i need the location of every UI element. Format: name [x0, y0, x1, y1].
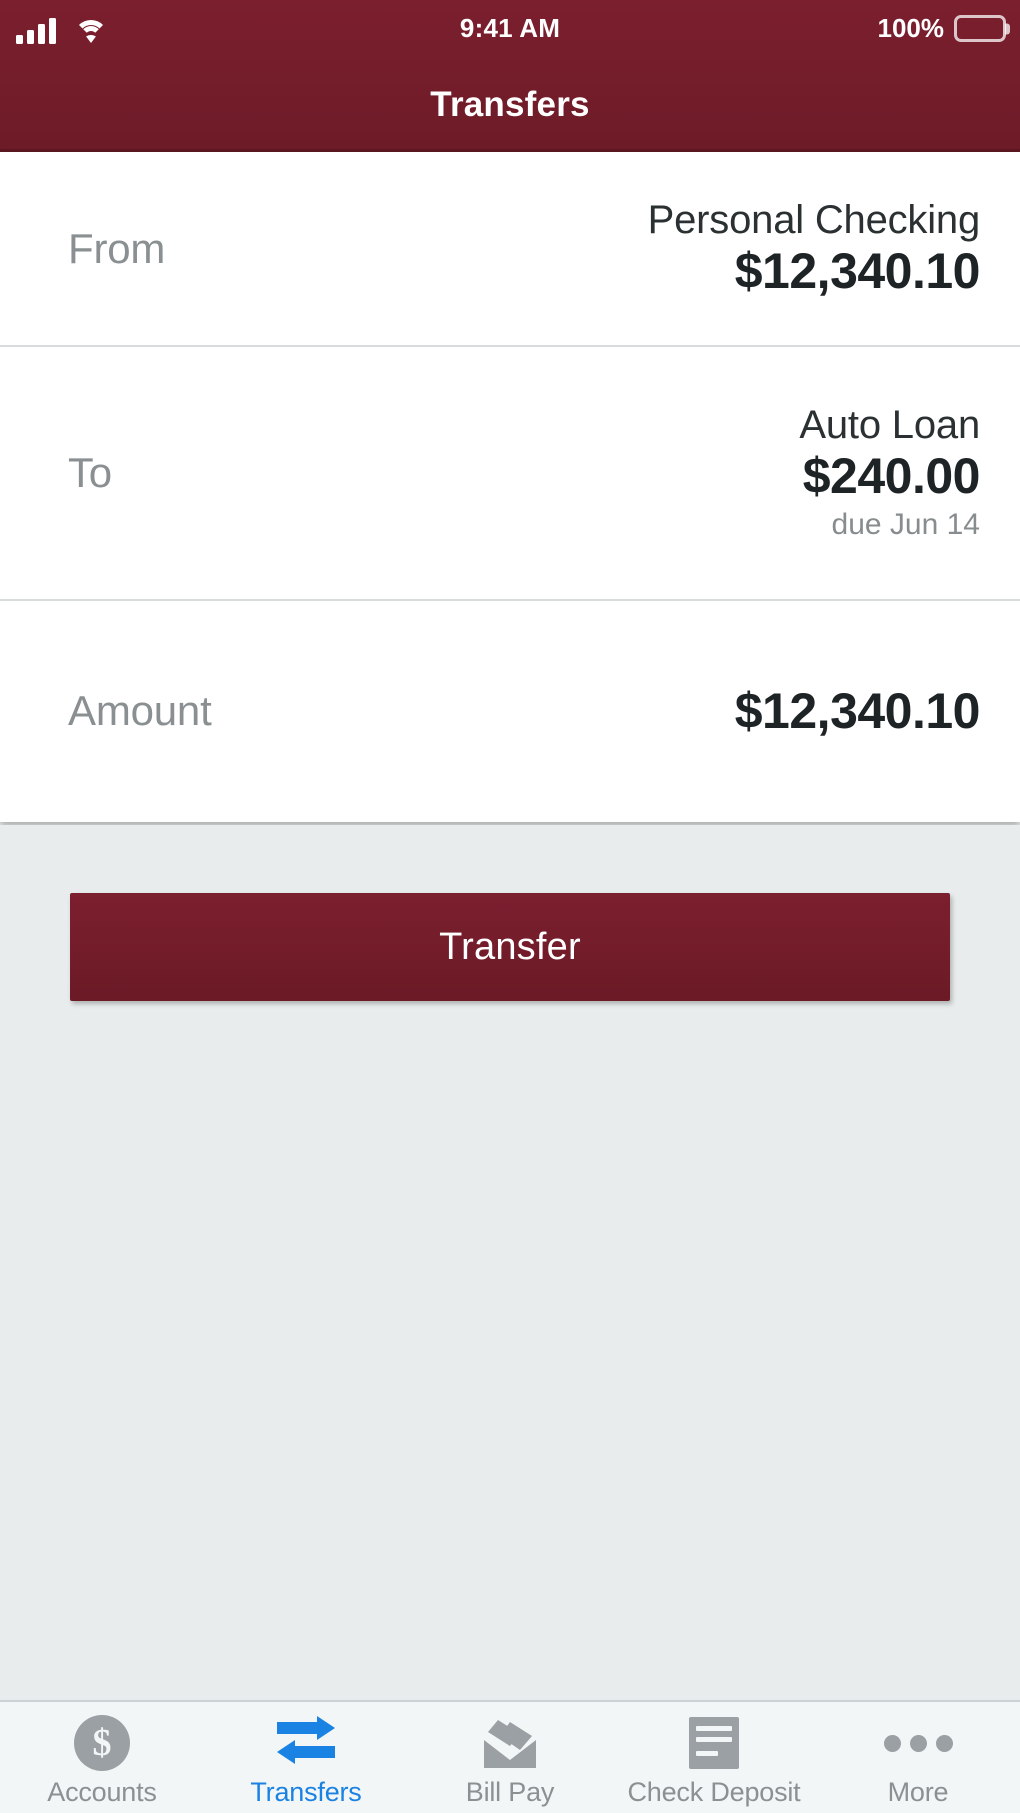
tab-accounts-label: Accounts — [47, 1777, 157, 1807]
envelope-icon — [480, 1715, 540, 1771]
tab-bill-pay[interactable]: Bill Pay — [408, 1702, 612, 1813]
check-document-icon — [689, 1715, 739, 1771]
transfer-arrows-icon — [275, 1715, 337, 1771]
tab-accounts[interactable]: $ Accounts — [0, 1702, 204, 1813]
mobile-banking-app: 9:41 AM 100% Transfers From Personal Che… — [0, 0, 1020, 1813]
tab-check-deposit[interactable]: Check Deposit — [612, 1702, 816, 1813]
from-account-balance: $12,340.10 — [734, 243, 981, 300]
tab-transfers[interactable]: Transfers — [204, 1702, 408, 1813]
from-value: Personal Checking $12,340.10 — [647, 197, 981, 300]
to-label: To — [68, 449, 112, 496]
to-account-name: Auto Loan — [799, 403, 980, 448]
from-label: From — [68, 224, 166, 272]
page-title: Transfers — [430, 85, 590, 124]
battery-icon — [954, 15, 1010, 42]
battery-percent-label: 100% — [877, 13, 945, 43]
app-header: 9:41 AM 100% Transfers — [0, 0, 1020, 152]
tab-check-deposit-label: Check Deposit — [627, 1777, 801, 1807]
tab-more[interactable]: More — [816, 1702, 1020, 1813]
to-account-amount: $240.00 — [802, 448, 981, 505]
to-value: Auto Loan $240.00 due Jun 14 — [799, 404, 980, 542]
from-account-name: Personal Checking — [647, 197, 981, 242]
status-bar-right: 100% — [877, 13, 1010, 44]
amount-label: Amount — [68, 686, 212, 734]
bottom-tab-bar: $ Accounts Transfers Bill Pay Check Depo… — [0, 1700, 1020, 1813]
transfer-amount-value: $12,340.10 — [734, 682, 981, 739]
transfer-from-row[interactable]: From Personal Checking $12,340.10 — [0, 152, 1020, 347]
dollar-circle-icon: $ — [74, 1715, 130, 1771]
amount-value: $12,340.10 — [734, 682, 981, 739]
transfer-amount-row[interactable]: Amount $12,340.10 — [0, 601, 1020, 820]
status-bar-clock: 9:41 AM — [459, 13, 561, 43]
transfer-button[interactable]: Transfer — [70, 893, 950, 1001]
tab-transfers-label: Transfers — [250, 1777, 362, 1807]
to-account-due-date: due Jun 14 — [831, 508, 980, 542]
action-area: Transfer — [0, 825, 1020, 1700]
transfer-to-row[interactable]: To Auto Loan $240.00 due Jun 14 — [0, 347, 1020, 601]
tab-more-label: More — [887, 1777, 949, 1807]
status-bar: 9:41 AM 100% — [0, 0, 1020, 58]
transfer-form-card: From Personal Checking $12,340.10 To Aut… — [0, 152, 1020, 822]
tab-bill-pay-label: Bill Pay — [465, 1777, 555, 1807]
ellipsis-icon — [883, 1715, 953, 1771]
